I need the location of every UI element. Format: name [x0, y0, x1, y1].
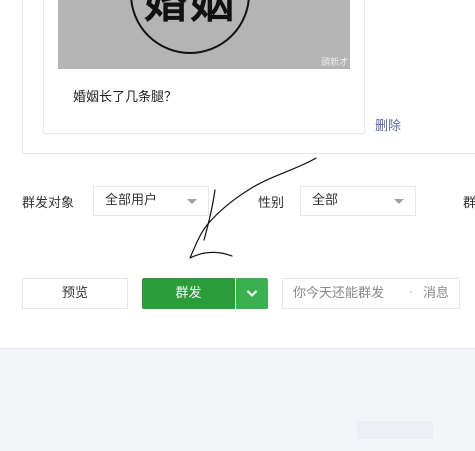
send-target-label: 群发对象: [22, 196, 75, 211]
page-footer: [0, 348, 475, 451]
delete-link[interactable]: 删除: [375, 115, 401, 134]
chevron-down-icon: [246, 290, 258, 297]
tip-text-end: 消息: [423, 286, 450, 301]
cover-watermark: 頭新才: [320, 58, 348, 68]
send-quota-tip: 你今天还能群发 · 消息: [282, 278, 460, 309]
preview-button[interactable]: 预览: [22, 278, 128, 309]
region-label: 群: [463, 196, 475, 211]
chevron-down-icon: [394, 199, 404, 204]
cover-text: 婚姻: [144, 0, 236, 28]
gender-value: 全部: [312, 193, 339, 208]
footer-blurred-text: [357, 421, 433, 439]
gender-select[interactable]: 全部: [300, 186, 416, 216]
chevron-down-icon: [187, 199, 197, 204]
send-target-select[interactable]: 全部用户: [93, 186, 209, 216]
article-title: 婚姻长了几条腿？: [73, 90, 178, 105]
tip-separator: ·: [409, 286, 414, 301]
send-target-value: 全部用户: [105, 193, 158, 208]
send-options-dropdown[interactable]: [236, 278, 268, 309]
article-cover-image: 婚姻 頭新才: [58, 0, 350, 69]
tip-text-start: 你今天还能群发: [293, 286, 385, 301]
gender-label: 性别: [258, 196, 285, 211]
mass-send-button[interactable]: 群发: [142, 278, 235, 309]
